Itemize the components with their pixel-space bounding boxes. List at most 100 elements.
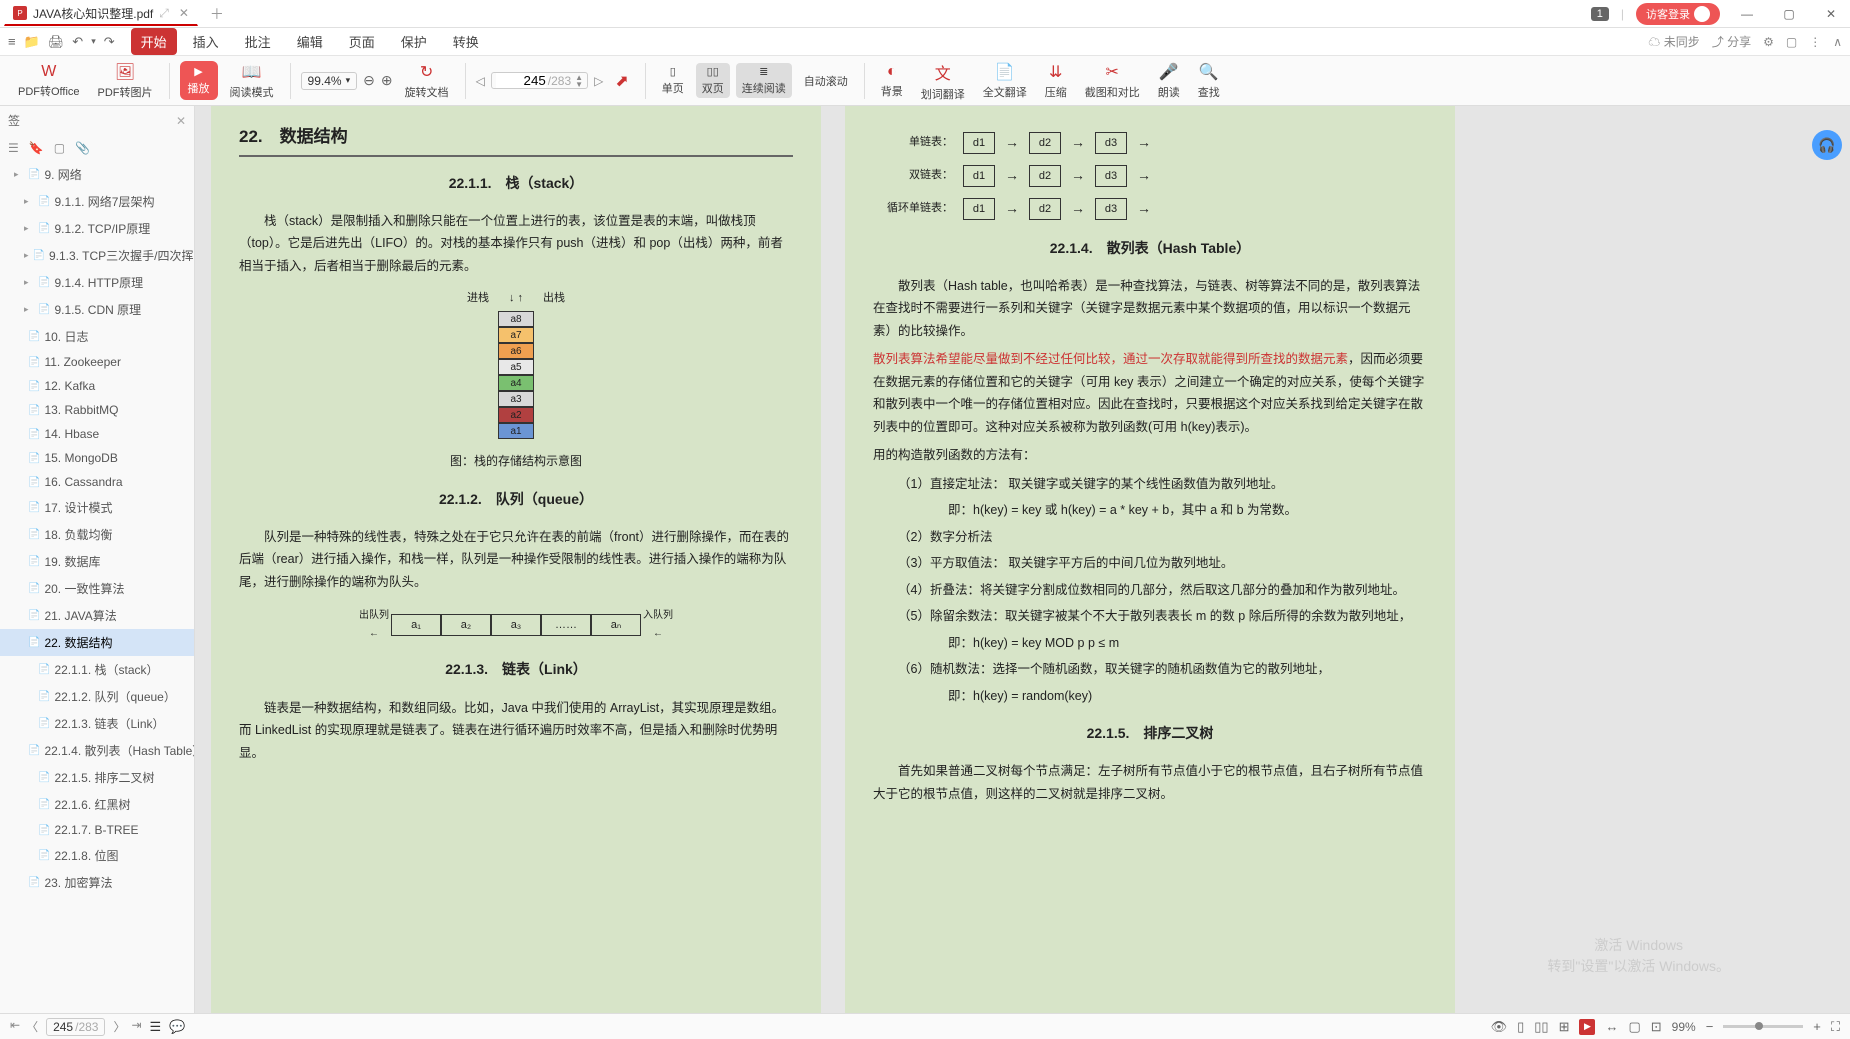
outline-item[interactable]: 📄23. 加密算法	[0, 869, 194, 896]
thumbnail-tab-icon[interactable]: ▢	[54, 141, 65, 155]
prev-page-icon[interactable]: ◁	[476, 74, 485, 88]
menu-item-2[interactable]: 批注	[235, 28, 281, 55]
double-page-button[interactable]: ▯▯双页	[696, 63, 730, 98]
next-page-icon[interactable]: ▷	[594, 74, 603, 88]
zoom-slider[interactable]	[1723, 1025, 1803, 1028]
outline-item[interactable]: ▸📄9.1.3. TCP三次握手/四次挥手	[0, 242, 194, 269]
outline-tab-icon[interactable]: ☰	[8, 141, 19, 155]
chevron-down-icon[interactable]: ▾	[346, 75, 351, 86]
login-button[interactable]: 访客登录	[1636, 3, 1720, 25]
view-grid-icon[interactable]: ⊞	[1559, 1019, 1570, 1035]
menu-item-3[interactable]: 编辑	[287, 28, 333, 55]
sync-status[interactable]: ☁ 未同步	[1648, 33, 1699, 50]
floating-help-button[interactable]: 🎧	[1812, 130, 1842, 160]
outline-item[interactable]: 📄20. 一致性算法	[0, 575, 194, 602]
close-icon[interactable]: ✕	[179, 6, 189, 20]
undo-dropdown-icon[interactable]: ▾	[91, 36, 96, 47]
redo-icon[interactable]: ↷	[104, 34, 115, 50]
outline-item[interactable]: 📄22.1.3. 链表（Link）	[0, 710, 194, 737]
outline-item[interactable]: ▸📄9. 网络	[0, 161, 194, 188]
fit-page-icon[interactable]: ▢	[1628, 1019, 1640, 1035]
document-tab[interactable]: P JAVA核心知识整理.pdf ⤢ ✕	[4, 2, 198, 26]
crop-compare-button[interactable]: ✂截图和对比	[1079, 60, 1146, 102]
play-button[interactable]: ▶播放	[180, 61, 218, 100]
outline-item[interactable]: 📄22. 数据结构	[0, 629, 194, 656]
last-page-icon[interactable]: ⇥	[131, 1018, 141, 1035]
zoom-in-icon[interactable]: +	[1813, 1019, 1821, 1034]
single-page-button[interactable]: ▯单页	[656, 63, 690, 98]
play-slideshow-icon[interactable]: ▶	[1579, 1019, 1595, 1035]
outline-item[interactable]: 📄22.1.2. 队列（queue）	[0, 683, 194, 710]
share-button[interactable]: ⤴ 分享	[1712, 33, 1751, 50]
menu-item-0[interactable]: 开始	[131, 28, 177, 55]
outline-item[interactable]: ▸📄9.1.5. CDN 原理	[0, 296, 194, 323]
outline-item[interactable]: 📄15. MongoDB	[0, 446, 194, 470]
read-mode-button[interactable]: 📖阅读模式	[224, 60, 280, 102]
zoom-out-icon[interactable]: −	[1706, 1019, 1714, 1034]
outline-toggle-icon[interactable]: ☰	[150, 1019, 162, 1035]
undo-icon[interactable]: ↶	[72, 34, 83, 50]
skin-icon[interactable]: ▢	[1786, 35, 1797, 49]
open-icon[interactable]: 📁	[24, 34, 40, 50]
collapse-ribbon-icon[interactable]: ∧	[1833, 35, 1842, 49]
full-translate-button[interactable]: 📄全文翻译	[977, 60, 1033, 102]
close-window-icon[interactable]: ✕	[1816, 7, 1846, 21]
bookmark-tab-icon[interactable]: 🔖	[29, 141, 44, 155]
next-page-icon[interactable]: 〉	[113, 1018, 125, 1035]
outline-item[interactable]: 📄21. JAVA算法	[0, 602, 194, 629]
menu-item-6[interactable]: 转换	[443, 28, 489, 55]
menu-icon[interactable]: ≡	[8, 34, 16, 49]
outline-item[interactable]: 📄22.1.6. 红黑树	[0, 791, 194, 818]
attachment-tab-icon[interactable]: 📎	[75, 141, 90, 155]
outline-item[interactable]: 📄12. Kafka	[0, 374, 194, 398]
dict-translate-button[interactable]: 文划词翻译	[915, 58, 971, 104]
pdf-to-image-button[interactable]: 🖼PDF转图片	[92, 60, 159, 102]
more-icon[interactable]: ⋮	[1809, 35, 1821, 49]
outline-item[interactable]: 📄11. Zookeeper	[0, 350, 194, 374]
zoom-box[interactable]: 99.4%▾	[301, 72, 358, 90]
zoom-out-icon[interactable]: ⊖	[363, 72, 375, 89]
comment-icon[interactable]: 💬	[169, 1019, 185, 1035]
gear-icon[interactable]: ⚙	[1763, 35, 1774, 49]
status-page-input[interactable]: 245/283	[46, 1018, 105, 1036]
notification-badge[interactable]: 1	[1591, 7, 1609, 21]
outline-item[interactable]: ▸📄9.1.2. TCP/IP原理	[0, 215, 194, 242]
outline-item[interactable]: 📄22.1.4. 散列表（Hash Table）	[0, 737, 194, 764]
view-double-icon[interactable]: ▯▯	[1534, 1019, 1548, 1035]
outline-item[interactable]: 📄14. Hbase	[0, 422, 194, 446]
view-single-icon[interactable]: ▯	[1517, 1019, 1524, 1035]
continuous-button[interactable]: ≣连续阅读	[736, 63, 792, 98]
page-number-field[interactable]	[496, 73, 546, 88]
first-page-icon[interactable]: ⇤	[10, 1018, 20, 1035]
outline-item[interactable]: ▸📄9.1.1. 网络7层架构	[0, 188, 194, 215]
search-button[interactable]: 🔍查找	[1192, 60, 1226, 102]
autoscroll-button[interactable]: 自动滚动	[798, 71, 854, 91]
page-input[interactable]: /283 ▲▼	[491, 72, 588, 89]
outline-item[interactable]: ▸📄9.1.4. HTTP原理	[0, 269, 194, 296]
menu-item-1[interactable]: 插入	[183, 28, 229, 55]
prev-page-icon[interactable]: 〈	[26, 1018, 38, 1035]
fullscreen-icon[interactable]: ⛶	[1831, 1019, 1840, 1035]
minimize-icon[interactable]: —	[1732, 7, 1762, 21]
outline-item[interactable]: 📄18. 负载均衡	[0, 521, 194, 548]
outline-item[interactable]: 📄22.1.8. 位图	[0, 842, 194, 869]
read-aloud-button[interactable]: 🎤朗读	[1152, 60, 1186, 102]
add-tab-icon[interactable]: ＋	[210, 4, 224, 24]
pdf-to-office-button[interactable]: WPDF转Office	[12, 61, 86, 101]
outline-item[interactable]: 📄22.1.5. 排序二叉树	[0, 764, 194, 791]
outline-item[interactable]: 📄19. 数据库	[0, 548, 194, 575]
page-down-icon[interactable]: ▼	[575, 81, 583, 88]
outline-item[interactable]: 📄22.1.1. 栈（stack）	[0, 656, 194, 683]
fit-width-icon[interactable]: ↔	[1605, 1019, 1618, 1034]
goto-page-button[interactable]: ⬈	[609, 69, 634, 93]
sidebar-close-icon[interactable]: ✕	[176, 114, 186, 128]
outline-item[interactable]: 📄22.1.7. B-TREE	[0, 818, 194, 842]
print-icon[interactable]: 🖨	[48, 34, 65, 50]
outline-item[interactable]: 📄10. 日志	[0, 323, 194, 350]
menu-item-5[interactable]: 保护	[391, 28, 437, 55]
maximize-icon[interactable]: ▢	[1774, 7, 1804, 21]
menu-item-4[interactable]: 页面	[339, 28, 385, 55]
outline-item[interactable]: 📄17. 设计模式	[0, 494, 194, 521]
outline-item[interactable]: 📄13. RabbitMQ	[0, 398, 194, 422]
rotate-button[interactable]: ↻旋转文档	[399, 60, 455, 102]
